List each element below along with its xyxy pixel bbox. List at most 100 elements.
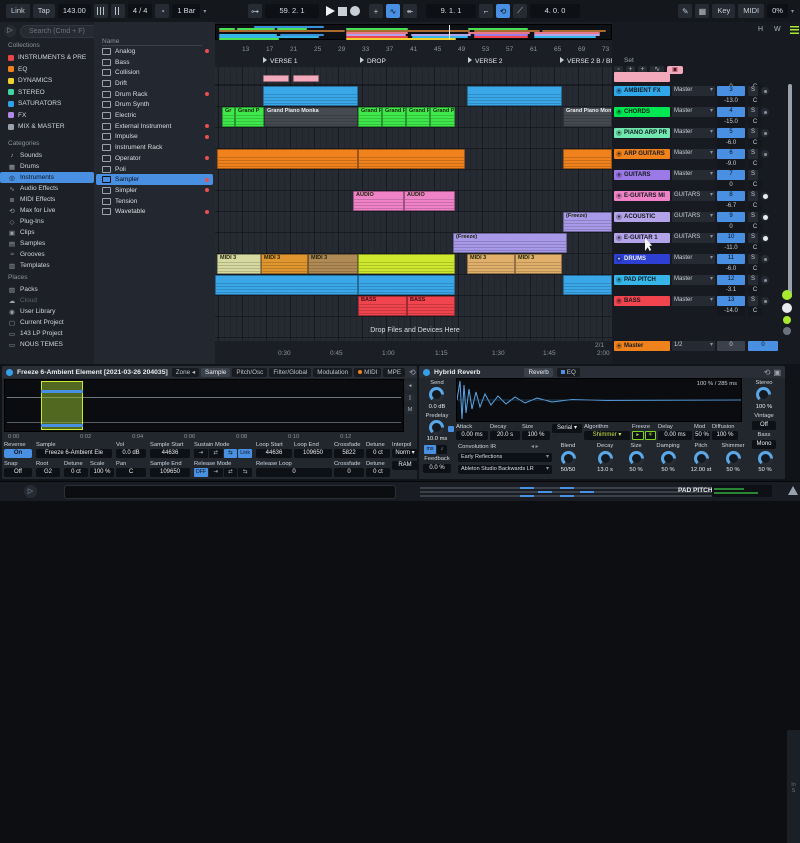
track-row-e-guitar-1[interactable]: ▾ E-GUITAR 1 GUITARS ▾ 10 S -11.0 C — [612, 233, 800, 254]
param-sample[interactable]: Sample Freeze 6-Ambient Ele — [36, 442, 112, 458]
arm-button[interactable] — [761, 213, 769, 221]
stereo-value[interactable]: 100 % — [749, 404, 779, 410]
knob-value[interactable]: 50 % — [622, 467, 650, 473]
arrangement-clip[interactable]: MIDI 3 — [467, 254, 515, 274]
arm-button[interactable] — [761, 297, 769, 305]
track-row-guitars[interactable]: ▾ GUITARS Master ▾ 7 S 0 C — [612, 170, 800, 191]
device-item-impulse[interactable]: Impulse — [96, 132, 213, 143]
track-row-piano-arp-pr[interactable]: ▾ PIANO ARP PR Master ▾ 5 S -6.0 C — [612, 128, 800, 149]
send-value[interactable]: 0.0 dB — [421, 404, 453, 410]
arrangement-clip[interactable] — [358, 275, 455, 295]
param-sample-end[interactable]: Sample End 109650 — [150, 461, 190, 477]
monitor-button-gray[interactable] — [783, 327, 791, 335]
sidebar-item-midi-effects[interactable]: ≣ MIDI Effects — [0, 194, 94, 205]
param-vol[interactable]: Vol 0.0 dB — [116, 442, 146, 458]
sidebar-item-max-for-live[interactable]: ⟲ Max for Live — [0, 205, 94, 216]
track-volume-value[interactable]: -14.0 — [717, 307, 745, 316]
track-output-select[interactable]: Master ▾ — [672, 107, 715, 117]
param-release-loop[interactable]: Release Loop 0 — [256, 461, 332, 477]
tab-filter-global[interactable]: Filter/Global — [269, 367, 312, 377]
sidebar-item-current-project[interactable]: ▢ Current Project — [0, 317, 94, 328]
fold-icon[interactable]: ▾ — [616, 108, 622, 115]
track-row-acoustic[interactable]: ▾ ACOUSTIC GUITARS ▾ 9 S 0 C — [612, 212, 800, 233]
fold-icon[interactable]: ▾ — [616, 87, 622, 94]
master-track-row[interactable]: ▾ Master 1/2 ▾ 0 0 — [612, 341, 800, 356]
loop-brace-bottom[interactable] — [41, 424, 83, 427]
track-name[interactable]: ▾ E-GUITAR 1 — [614, 233, 670, 243]
play-button[interactable] — [326, 6, 335, 16]
knob-damping[interactable]: Damping 50 % — [652, 443, 684, 473]
track-volume-value[interactable]: -3.1 — [717, 286, 745, 295]
tap-button[interactable]: Tap — [32, 4, 55, 18]
device-item-bass[interactable]: Bass — [96, 57, 213, 68]
track-pan-value[interactable]: C — [748, 181, 762, 190]
fold-icon[interactable]: ▾ — [616, 255, 622, 262]
track-output-select[interactable]: Master ▾ — [672, 254, 715, 264]
param-value[interactable]: 0.00 ms — [456, 431, 488, 440]
predelay-knob[interactable] — [429, 420, 444, 435]
param-algorithm[interactable]: Algorithm Shimmer ▾ — [584, 424, 630, 440]
vintage-value[interactable]: Off — [752, 421, 776, 430]
collection-item[interactable]: EQ — [0, 64, 94, 75]
track-name[interactable]: ▾ CHORDS — [614, 107, 670, 117]
track-output-select[interactable]: Master ▾ — [672, 296, 715, 306]
fold-icon[interactable]: ▾ — [616, 213, 622, 220]
arrangement-clip[interactable]: Grand P — [358, 107, 382, 127]
solo-button[interactable]: S — [748, 254, 758, 264]
track-row-ambient-fx[interactable]: ▾ AMBIENT FX Master ▾ 3 S -13.0 C — [612, 86, 800, 107]
param-snap[interactable]: Snap Off — [4, 461, 32, 477]
arm-button[interactable] — [761, 192, 769, 200]
track-pan-value[interactable]: C — [748, 97, 762, 106]
param-value[interactable]: 109650 — [150, 468, 190, 477]
sidebar-item-audio-effects[interactable]: ∿ Audio Effects — [0, 183, 94, 194]
punch-out-icon[interactable]: ⟋ — [513, 4, 527, 18]
collection-item[interactable]: MIX & MASTER — [0, 121, 94, 132]
arrangement-clip[interactable] — [263, 75, 289, 82]
track-row-drums[interactable]: ▾ DRUMS Master ▾ 11 S -6.0 C — [612, 254, 800, 275]
knob[interactable] — [725, 451, 741, 466]
param-value[interactable]: 100 % — [522, 431, 550, 440]
knob[interactable] — [660, 451, 676, 466]
param-serial-[interactable]: Serial ▾ — [552, 424, 582, 433]
solo-button[interactable]: S — [748, 107, 758, 117]
crossfader-bar[interactable] — [420, 495, 755, 497]
device-on-led[interactable] — [6, 368, 13, 376]
param-value[interactable]: 0.0 dB — [116, 449, 146, 458]
vertical-scrollbar[interactable] — [788, 84, 792, 298]
param-value[interactable]: 100 % — [712, 431, 738, 440]
track-row-chords[interactable]: ▾ CHORDS Master ▾ 4 S -15.0 C — [612, 107, 800, 128]
param-crossfade[interactable]: Crossfade 0 — [334, 461, 364, 477]
collection-item[interactable]: FX — [0, 110, 94, 121]
ir-category-select[interactable]: Early Reflections ▾ — [458, 453, 552, 462]
param-value[interactable]: 0 ct — [64, 468, 88, 477]
param-value[interactable]: 0 — [334, 468, 364, 477]
arrangement-clip[interactable] — [563, 275, 612, 295]
param-mode-segments[interactable]: ▸ ✳ — [632, 431, 656, 440]
collection-item[interactable]: INSTRUMENTS & PRE — [0, 52, 94, 63]
locator-marker[interactable]: VERSE 2 — [468, 57, 502, 65]
arrangement-clip[interactable]: Grand P — [406, 107, 430, 127]
track-volume-value[interactable]: -11.0 — [717, 244, 745, 253]
metronome-icon[interactable] — [93, 4, 108, 18]
device-item-tension[interactable]: Tension — [96, 196, 213, 207]
name-column-header[interactable]: Name — [102, 38, 202, 46]
solo-button[interactable]: S — [748, 86, 758, 96]
time-signature[interactable]: 4 / 4 — [127, 4, 153, 18]
sidebar-item-samples[interactable]: ▤ Samples — [0, 238, 94, 249]
device-item-drum-rack[interactable]: Drum Rack — [96, 89, 213, 100]
track-output-select[interactable]: Master ▾ — [672, 170, 715, 180]
param-crossfade[interactable]: Crossfade 5822 — [334, 442, 364, 458]
param-loop-end[interactable]: Loop End 109650 — [294, 442, 332, 458]
arrangement-clip[interactable]: AUDIO — [404, 191, 455, 211]
track-output-select[interactable]: Master ▾ — [672, 128, 715, 138]
param-sample-start[interactable]: Sample Start 44636 — [150, 442, 190, 458]
device-item-drift[interactable]: Drift — [96, 78, 213, 89]
arm-button[interactable] — [761, 87, 769, 95]
param-release-mode[interactable]: Release Mode OFF ⇥ ⇄ ⇆ — [194, 461, 252, 477]
track-volume-value[interactable]: 0 — [717, 223, 745, 232]
arrangement-clip[interactable]: Grand P — [430, 107, 455, 127]
sidebar-item-drums[interactable]: ▦ Drums — [0, 161, 94, 172]
arm-button[interactable] — [761, 129, 769, 137]
track-output-select[interactable]: Master ▾ — [672, 86, 715, 96]
sidebar-item-user-library[interactable]: ◉ User Library — [0, 306, 94, 317]
